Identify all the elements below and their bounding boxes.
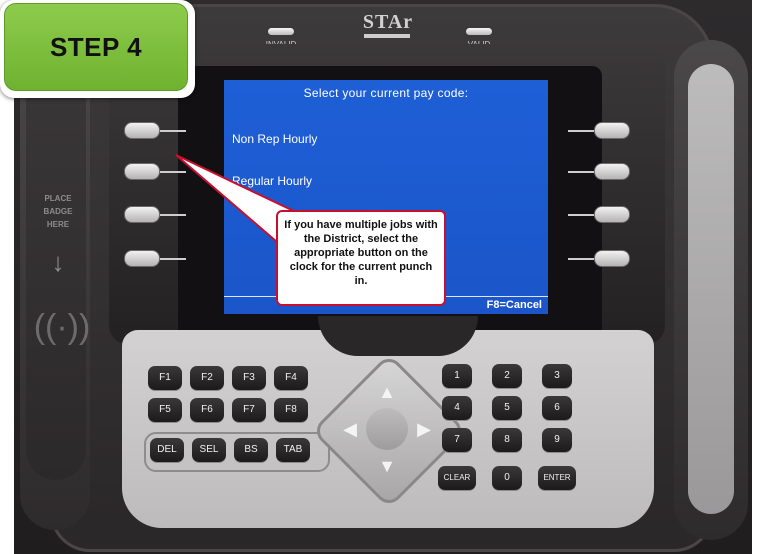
soft-button-right-4-line xyxy=(568,258,594,260)
soft-button-right-1[interactable] xyxy=(594,122,630,139)
key-3[interactable]: 3 xyxy=(542,364,572,388)
badge-arrow-icon: ↓ xyxy=(51,247,65,277)
key-4[interactable]: 4 xyxy=(442,396,472,420)
key-7[interactable]: 7 xyxy=(442,428,472,452)
soft-button-right-4[interactable] xyxy=(594,250,630,267)
soft-button-left-2-line xyxy=(160,171,186,173)
soft-button-left-4-line xyxy=(160,258,186,260)
key-f5[interactable]: F5 xyxy=(148,398,182,422)
key-enter[interactable]: ENTER xyxy=(538,466,576,490)
soft-button-right-2-line xyxy=(568,171,594,173)
key-f4[interactable]: F4 xyxy=(274,366,308,390)
brand-logo: STAr xyxy=(362,11,414,33)
right-side-window xyxy=(688,64,734,514)
instruction-callout: If you have multiple jobs with the Distr… xyxy=(276,210,446,306)
step-badge: STEP 4 xyxy=(0,0,195,98)
callout-text: If you have multiple jobs with the Distr… xyxy=(284,219,438,287)
arrow-left-icon[interactable]: ◀ xyxy=(340,419,360,439)
key-0[interactable]: 0 xyxy=(492,466,522,490)
step-badge-fill: STEP 4 xyxy=(4,3,188,91)
arrow-right-icon[interactable]: ▶ xyxy=(414,419,434,439)
key-sel[interactable]: SEL xyxy=(192,438,226,462)
key-f8[interactable]: F8 xyxy=(274,398,308,422)
key-2[interactable]: 2 xyxy=(492,364,522,388)
soft-button-left-4[interactable] xyxy=(124,250,160,267)
valid-led xyxy=(466,28,492,35)
invalid-led xyxy=(268,28,294,35)
dpad-center xyxy=(366,408,408,450)
step-label: STEP 4 xyxy=(49,32,143,62)
key-8[interactable]: 8 xyxy=(492,428,522,452)
key-del[interactable]: DEL xyxy=(150,438,184,462)
key-f7[interactable]: F7 xyxy=(232,398,266,422)
soft-button-left-3-line xyxy=(160,214,186,216)
brand-logo-underline xyxy=(364,34,410,38)
badge-wave-icon: ((·)) xyxy=(33,308,91,346)
soft-button-left-3[interactable] xyxy=(124,206,160,223)
pay-code-option[interactable]: Non Rep Hourly xyxy=(232,132,317,146)
key-6[interactable]: 6 xyxy=(542,396,572,420)
soft-button-left-2[interactable] xyxy=(124,163,160,180)
key-tab[interactable]: TAB xyxy=(276,438,310,462)
soft-button-left-1[interactable] xyxy=(124,122,160,139)
soft-button-right-3-line xyxy=(568,214,594,216)
screen-prompt: Select your current pay code: xyxy=(303,86,469,100)
badge-reader-label: PLACE BADGE HERE xyxy=(43,194,73,229)
key-f2[interactable]: F2 xyxy=(190,366,224,390)
key-1[interactable]: 1 xyxy=(442,364,472,388)
cancel-hint: F8=Cancel xyxy=(486,299,542,311)
key-9[interactable]: 9 xyxy=(542,428,572,452)
soft-button-right-2[interactable] xyxy=(594,163,630,180)
arrow-down-icon[interactable]: ▼ xyxy=(377,456,397,476)
arrow-up-icon[interactable]: ▲ xyxy=(377,382,397,402)
soft-button-left-1-line xyxy=(160,130,186,132)
soft-button-right-1-line xyxy=(568,130,594,132)
key-f3[interactable]: F3 xyxy=(232,366,266,390)
key-5[interactable]: 5 xyxy=(492,396,522,420)
key-f6[interactable]: F6 xyxy=(190,398,224,422)
pay-code-option[interactable]: Regular Hourly xyxy=(232,174,312,188)
key-clear[interactable]: CLEAR xyxy=(438,466,476,490)
soft-button-right-3[interactable] xyxy=(594,206,630,223)
key-bs[interactable]: BS xyxy=(234,438,268,462)
key-f1[interactable]: F1 xyxy=(148,366,182,390)
keypad-plate-notch xyxy=(318,316,478,356)
